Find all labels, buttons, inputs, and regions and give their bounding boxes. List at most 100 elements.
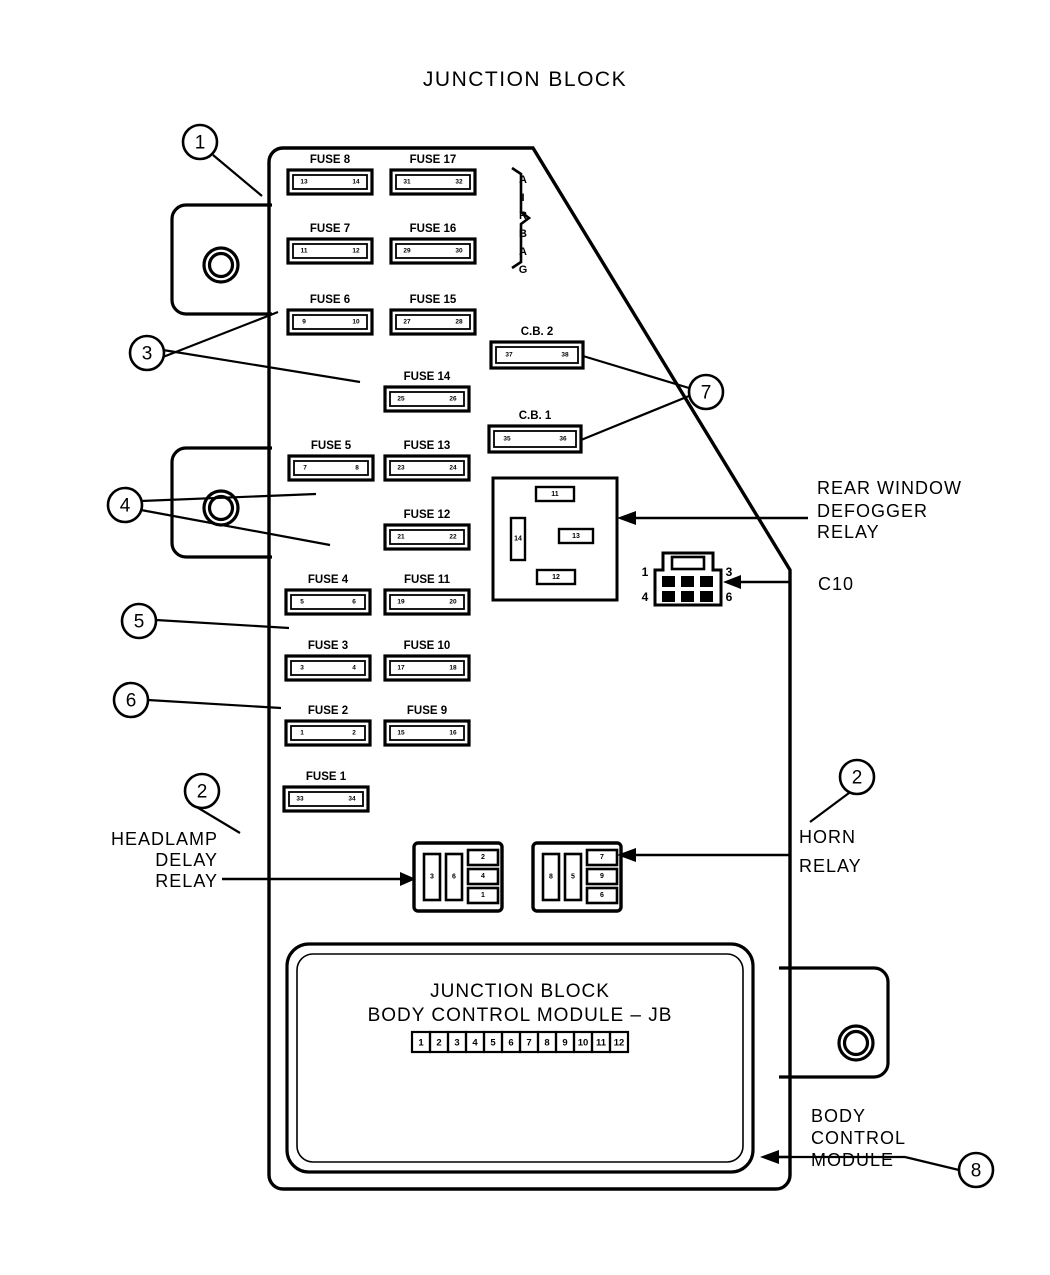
fuse-cavity-number: 3 (300, 665, 304, 672)
headlamp-pin-4: 4 (481, 873, 485, 880)
fuse-cavity-number: 2 (352, 730, 356, 737)
fuse-label: FUSE 2 (308, 705, 348, 717)
fuse-group: FUSE 813 14FUSE 1731 32FUSE 711 12FUSE 1629… (282, 154, 477, 813)
fuse-cavity: FUSE 9 15 16 (383, 705, 471, 747)
fuse-cavity: FUSE 4 5 6 (284, 574, 372, 616)
fuse-label: FUSE 9 (407, 705, 447, 717)
body-control-module: JUNCTION BLOCK BODY CONTROL MODULE – JB … (285, 942, 755, 1174)
callout-number: 4 (120, 496, 131, 517)
fuse-cavity-number: 5 (300, 599, 304, 606)
callout-number: 5 (134, 612, 145, 633)
fuse-cavity-number: 13 (300, 179, 308, 186)
mounting-tab-lower-right (779, 966, 890, 1079)
horn-pin-9: 9 (600, 873, 604, 880)
fuse-cavity-number: 29 (403, 248, 411, 255)
fuse-cavity-number: 10 (352, 319, 360, 326)
fuse-cavity-number: 12 (352, 248, 360, 255)
label-defogger-relay: REAR WINDOW DEFOGGER RELAY (817, 478, 961, 542)
callout-number: 3 (142, 344, 153, 365)
callout-bubble: 4 (106, 486, 144, 524)
fuse-label: FUSE 11 (404, 574, 451, 586)
callout-bubble: 3 (128, 334, 166, 372)
fuse-cavity: FUSE 5 7 8 (287, 440, 375, 482)
bcm-pin-number: 9 (562, 1038, 567, 1049)
bcm-pin-number: 5 (490, 1038, 496, 1049)
fuse-cavity-number: 15 (397, 730, 405, 737)
fuse-label: FUSE 8 (310, 154, 351, 166)
diagram-canvas: JUNCTION BLOCK FUSE 813 14FUSE 1731 32FUSE… (106, 68, 995, 1191)
airbag-char: B (519, 228, 527, 240)
fuse-cavity-number: 32 (455, 179, 463, 186)
page-title: JUNCTION BLOCK (423, 68, 627, 91)
bcm-pin-number: 10 (578, 1038, 589, 1049)
bcm-label-l1: BODY (811, 1106, 866, 1126)
airbag-char: I (521, 192, 524, 204)
fuse-cavity: FUSE 8 13 14 (286, 154, 374, 196)
fuse-cavity: FUSE 3 3 4 (284, 640, 372, 682)
callout-bubble: 1 (181, 123, 219, 161)
callout-number: 6 (126, 691, 137, 712)
headlamp-pin-1: 1 (481, 892, 485, 899)
bcm-pin-number: 6 (508, 1038, 513, 1049)
headlamp-delay-relay-socket: 3 6 2 4 1 (412, 841, 504, 913)
fuse-cavity-number: 25 (397, 396, 405, 403)
headlamp-label-l1: HEADLAMP (111, 829, 218, 849)
fuse-cavity: FUSE 13 23 24 (383, 440, 471, 482)
headlamp-pin-6: 6 (452, 874, 456, 881)
fuse-label: FUSE 6 (310, 294, 350, 306)
c10-pin-1: 1 (642, 565, 649, 579)
horn-relay-socket: 8 5 7 9 6 (531, 841, 623, 913)
airbag-char: A (519, 246, 527, 258)
callout-bubble: 5 (120, 602, 158, 640)
horn-label-l2: RELAY (799, 856, 862, 876)
c10-pin-4: 4 (642, 590, 649, 604)
defogger-pin-13: 13 (572, 533, 580, 540)
fuse-cavity-number: 19 (397, 599, 405, 606)
fuse-cavity-number: 17 (397, 665, 405, 672)
defogger-label-l2: DEFOGGER (817, 501, 928, 521)
fuse-label: FUSE 14 (404, 371, 451, 383)
fuse-outer (287, 454, 375, 482)
bcm-pin-number: 2 (436, 1038, 441, 1049)
fuse-label: FUSE 3 (308, 640, 348, 652)
fuse-cavity-number: 18 (449, 665, 457, 672)
fuse-label: FUSE 15 (410, 294, 457, 306)
circuit-breaker-label: C.B. 1 (519, 410, 552, 422)
callout-number: 2 (197, 782, 208, 803)
defogger-pin-12: 12 (552, 574, 560, 581)
fuse-cavity-number: 6 (352, 599, 356, 606)
airbag-char: G (519, 264, 528, 276)
fuse-cavity-number: 23 (397, 465, 405, 472)
breaker-cavity-number: 35 (503, 436, 511, 443)
fuse-cavity-number: 8 (355, 465, 359, 472)
label-horn-relay: HORN RELAY (799, 827, 862, 876)
fuse-cavity-number: 22 (449, 534, 457, 541)
horn-pin-5: 5 (571, 874, 575, 881)
fuse-outer (284, 719, 372, 747)
fuse-cavity-number: 26 (449, 396, 457, 403)
fuse-label: FUSE 10 (404, 640, 451, 652)
bcm-pin-number: 3 (454, 1038, 459, 1049)
label-body-control-module: BODY CONTROL MODULE (811, 1106, 905, 1170)
fuse-cavity-number: 16 (449, 730, 457, 737)
headlamp-label-l3: RELAY (155, 871, 218, 891)
headlamp-pin-2: 2 (481, 854, 485, 861)
fuse-cavity-number: 4 (352, 665, 356, 672)
callout-number: 1 (195, 133, 206, 154)
fuse-cavity-number: 27 (403, 319, 411, 326)
callout-bubble: 2 (183, 772, 221, 810)
rear-window-defogger-relay: 11 14 13 12 (491, 476, 619, 602)
callout-number: 2 (852, 768, 863, 789)
fuse-cavity-number: 1 (300, 730, 304, 737)
bcm-pin-number: 7 (526, 1038, 531, 1049)
horn-pin-7: 7 (600, 854, 604, 861)
breaker-cavity-number: 36 (559, 436, 567, 443)
fuse-label: FUSE 5 (311, 440, 352, 452)
bcm-pin-number: 4 (472, 1038, 478, 1049)
fuse-cavity-number: 24 (449, 465, 457, 472)
junction-block-diagram: JUNCTION BLOCK FUSE 8 13 14 FUSE 17 31 32 FUSE… (0, 0, 1050, 1275)
fuse-label: FUSE 7 (310, 223, 350, 235)
fuse-cavity: FUSE 12 21 22 (383, 509, 471, 551)
fuse-cavity-number: 30 (455, 248, 463, 255)
horn-label-l1: HORN (799, 827, 856, 847)
